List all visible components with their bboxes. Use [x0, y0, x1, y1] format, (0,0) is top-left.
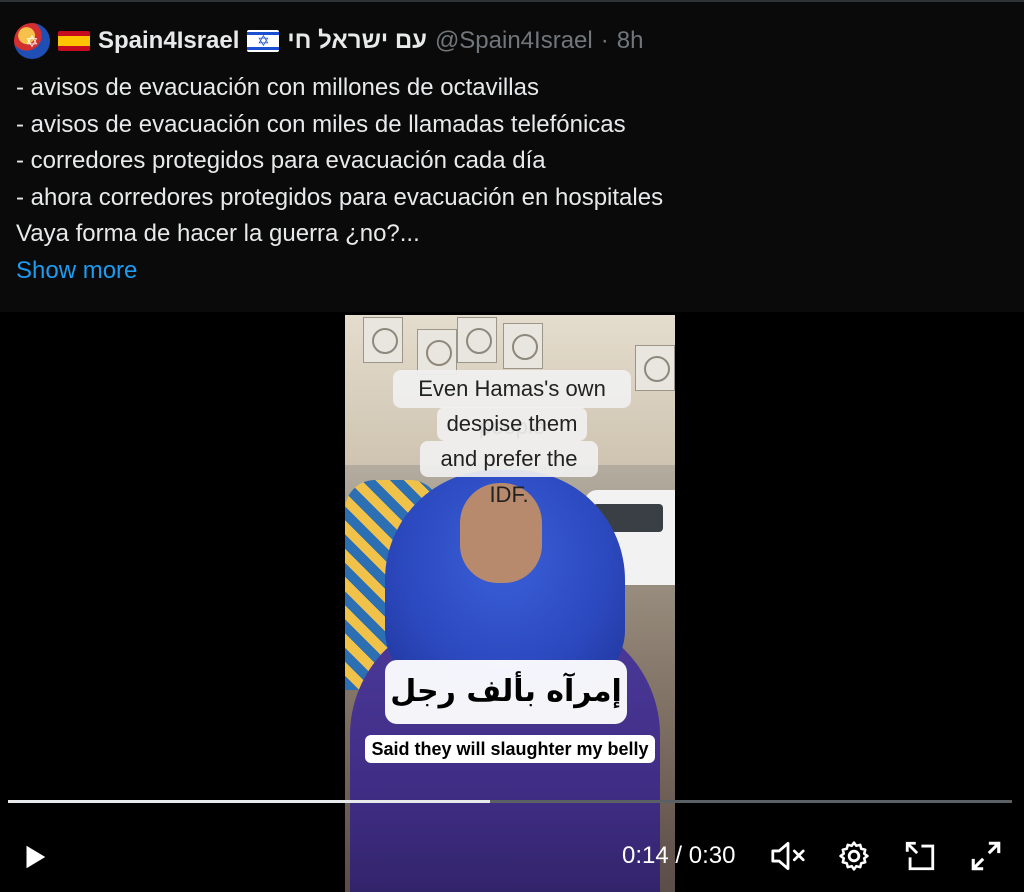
show-more-link[interactable]: Show more — [16, 253, 1006, 290]
avatar[interactable]: ✡ — [14, 23, 50, 59]
gear-icon — [839, 841, 869, 871]
video-player[interactable]: Even Hamas's own people despise them and… — [0, 312, 1024, 892]
picture-in-picture-icon — [905, 841, 935, 871]
fullscreen-icon — [971, 841, 1001, 871]
current-time: 0:14 — [622, 842, 669, 869]
play-button[interactable] — [12, 835, 56, 879]
separator-dot: · — [600, 27, 609, 54]
video-timecode: 0:14 / 0:30 — [622, 842, 735, 870]
subtitle-caption: Said they will slaughter my belly — [365, 735, 655, 763]
divider — [0, 0, 1024, 2]
tweet-line: - avisos de evacuación con millones de o… — [16, 74, 539, 101]
ac-unit — [457, 317, 497, 363]
tweet-author-row: ✡ Spain4Israel ✡ עם ישראל חי @Spain4Isra… — [14, 22, 643, 60]
spain-flag-icon — [58, 31, 90, 51]
video-caption: Even Hamas's own people — [393, 370, 631, 439]
tweet-text: - avisos de evacuación con millones de o… — [16, 70, 1006, 289]
volume-muted-icon — [771, 841, 805, 871]
tweet-line: - ahora corredores protegidos para evacu… — [16, 183, 664, 211]
arabic-caption: إمرآه بألف رجل — [385, 660, 627, 724]
author-name-hebrew[interactable]: עם ישראל חי — [287, 27, 427, 55]
ac-unit — [503, 323, 543, 369]
video-progress-bar[interactable] — [8, 800, 1012, 803]
author-name[interactable]: Spain4Israel — [98, 27, 239, 55]
video-controls: 0:14 / 0:30 — [0, 812, 1024, 892]
video-caption: despise them — [437, 407, 587, 441]
ac-unit — [363, 317, 403, 363]
settings-button[interactable] — [832, 834, 876, 878]
tweet: ✡ Spain4Israel ✡ עם ישראל חי @Spain4Isra… — [0, 0, 1024, 892]
author-handle[interactable]: @Spain4Israel — [435, 27, 593, 55]
picture-in-picture-button[interactable] — [898, 834, 942, 878]
ac-unit — [417, 329, 457, 375]
timestamp[interactable]: 8h — [617, 27, 644, 55]
tweet-line: Vaya forma de hacer la guerra ¿no?... — [16, 220, 420, 247]
ac-unit — [635, 345, 675, 391]
fullscreen-button[interactable] — [964, 834, 1008, 878]
mute-button[interactable] — [766, 834, 810, 878]
video-frame[interactable]: Even Hamas's own people despise them and… — [345, 315, 675, 892]
tweet-line: - avisos de evacuación con miles de llam… — [16, 110, 626, 138]
video-progress-fill — [8, 800, 490, 803]
duration: 0:30 — [688, 842, 736, 869]
tweet-line: - corredores protegidos para evacuación … — [16, 147, 546, 174]
play-icon — [26, 845, 46, 869]
israel-flag-icon: ✡ — [247, 30, 280, 52]
time-separator: / — [675, 842, 683, 869]
video-caption: and prefer the IDF. — [420, 441, 598, 507]
